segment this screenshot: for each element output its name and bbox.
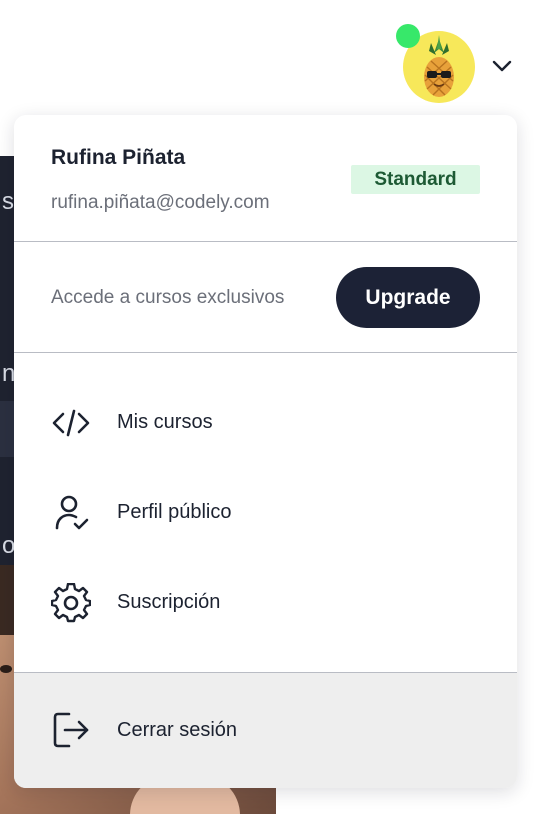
menu-item-label: Suscripción — [117, 591, 221, 613]
upgrade-button[interactable]: Upgrade — [336, 267, 480, 328]
menu-item-mis-cursos[interactable]: Mis cursos — [14, 383, 517, 463]
user-name: Rufina Piñata — [51, 146, 186, 169]
logout-label: Cerrar sesión — [117, 719, 238, 741]
upgrade-text: Accede a cursos exclusivos — [51, 287, 285, 308]
user-info-section: Rufina Piñata rufina.piñata@codely.com S… — [14, 115, 517, 242]
plan-badge: Standard — [351, 165, 480, 194]
logout-button[interactable]: Cerrar sesión — [14, 672, 517, 788]
upgrade-section: Accede a cursos exclusivos Upgrade — [14, 242, 517, 353]
user-dropdown-menu: Rufina Piñata rufina.piñata@codely.com S… — [14, 115, 517, 788]
menu-item-suscripcion[interactable]: Suscripción — [14, 563, 517, 643]
user-email: rufina.piñata@codely.com — [51, 192, 270, 213]
gear-icon — [50, 582, 92, 623]
background-text-fragment: s — [2, 188, 14, 215]
code-icon — [51, 403, 91, 443]
user-check-icon — [51, 493, 91, 533]
menu-item-label: Mis cursos — [117, 411, 213, 433]
user-avatar-button[interactable] — [396, 24, 476, 104]
menu-item-perfil-publico[interactable]: Perfil público — [14, 473, 517, 553]
online-status-dot — [396, 24, 420, 48]
logout-icon — [51, 710, 91, 750]
chevron-down-icon[interactable] — [490, 56, 514, 76]
menu-item-label: Perfil público — [117, 501, 232, 523]
